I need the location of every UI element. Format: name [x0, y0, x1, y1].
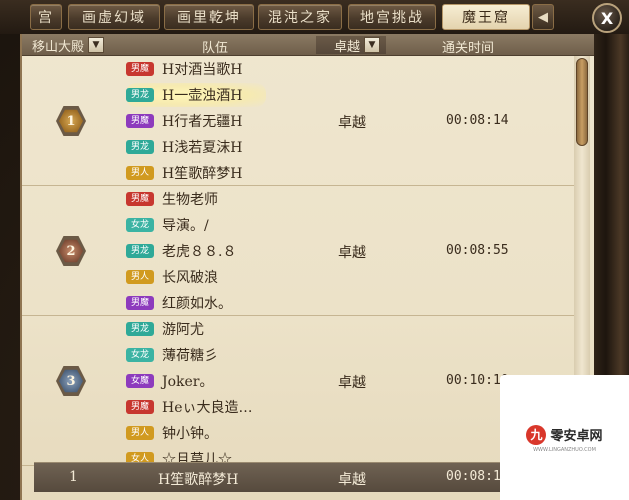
member: 男魔 红颜如水。: [126, 291, 266, 315]
class-tag: 女魔: [126, 374, 154, 388]
watermark: 九 零安卓网 WWW.LINGANZHUO.COM: [500, 375, 629, 500]
member: 女魔 Joker。: [126, 369, 266, 393]
member-name: H行者无疆H: [162, 114, 243, 130]
class-tag: 男龙: [126, 244, 154, 258]
watermark-url: WWW.LINGANZHUO.COM: [533, 446, 596, 453]
result-value: 卓越: [338, 375, 366, 391]
team-row[interactable]: 3 男龙 游阿尤 女龙 薄荷糖彡 女魔 Joker。 男魔 Heぃ大良造… 男人…: [22, 316, 574, 468]
member: 男龙 游阿尤: [126, 317, 266, 341]
member-name: Joker。: [162, 374, 214, 390]
class-tag: 男人: [126, 166, 154, 180]
member-name: 钟小钟。: [162, 426, 218, 442]
member: 男龙 老虎８８.８: [126, 239, 266, 263]
result-value: 卓越: [338, 245, 366, 261]
tab-demon-cave[interactable]: 魔王窟: [442, 4, 530, 30]
member: 女龙 薄荷糖彡: [126, 343, 266, 367]
member-name: 薄荷糖彡: [162, 348, 218, 364]
member: 男人 长风破浪: [126, 265, 266, 289]
member-name: 红颜如水。: [162, 296, 232, 312]
time-value: 00:08:14: [446, 113, 509, 128]
tab-chaos[interactable]: 混沌之家: [258, 4, 342, 30]
tab-illusion[interactable]: 画虚幻域: [68, 4, 160, 30]
class-tag: 女龙: [126, 218, 154, 232]
member-name: Heぃ大良造…: [162, 400, 253, 416]
team-row[interactable]: 1 男魔 H对酒当歌H 男龙 H一壶浊酒H 男魔 H行者无疆H 男龙 H浅若夏沫…: [22, 56, 574, 186]
member-name: 老虎８８.８: [162, 244, 237, 260]
member-highlighted: 男龙 H一壶浊酒H: [126, 83, 266, 107]
tab-scroll-arrow-icon[interactable]: ◀: [532, 4, 554, 30]
class-tag: 男龙: [126, 88, 154, 102]
member: 男人 H笙歌醉梦H: [126, 161, 266, 185]
class-tag: 男魔: [126, 62, 154, 76]
my-team-row: 1 H笙歌醉梦H 卓越 00:08:14: [34, 462, 574, 492]
tab-bar: 宫 画虚幻域 画里乾坤 混沌之家 地宫挑战 魔王窟 ◀ X: [0, 0, 629, 34]
class-tag: 男魔: [126, 400, 154, 414]
map-select[interactable]: 移山大殿 ▼: [32, 36, 105, 55]
member-name: 生物老师: [162, 192, 218, 208]
class-tag: 男魔: [126, 296, 154, 310]
member: 男魔 H行者无疆H: [126, 109, 266, 133]
class-tag: 男魔: [126, 192, 154, 206]
column-time: 通关时间: [442, 41, 495, 56]
member: 男龙 H浅若夏沫H: [126, 135, 266, 159]
member-name: H笙歌醉梦H: [162, 166, 243, 182]
scroll-thumb[interactable]: [576, 58, 588, 146]
my-name: H笙歌醉梦H: [158, 472, 239, 488]
member-name: H对酒当歌H: [162, 62, 243, 78]
watermark-logo: 九 零安卓网: [526, 424, 603, 445]
class-tag: 男龙: [126, 140, 154, 154]
class-tag: 男龙: [126, 322, 154, 336]
team-row[interactable]: 2 男魔 生物老师 女龙 导演。/ 男龙 老虎８８.８ 男人 长风破浪 男魔 红…: [22, 186, 574, 316]
close-button[interactable]: X: [592, 3, 622, 33]
map-select-value: 移山大殿: [32, 39, 85, 55]
time-value: 00:08:55: [446, 243, 509, 258]
class-tag: 男人: [126, 270, 154, 284]
tab-palace[interactable]: 宫: [30, 4, 62, 30]
watermark-text: 零安卓网: [550, 429, 603, 444]
class-tag: 男魔: [126, 114, 154, 128]
member: 女龙 导演。/: [126, 213, 266, 237]
my-rank: 1: [69, 469, 78, 485]
member-name: 导演。/: [162, 218, 209, 234]
member: 男魔 生物老师: [126, 187, 266, 211]
column-team: 队伍: [202, 41, 229, 56]
tab-underground[interactable]: 地宫挑战: [348, 4, 436, 30]
my-result: 卓越: [338, 472, 366, 488]
member-name: 游阿尤: [162, 322, 204, 338]
member: 男魔 H对酒当歌H: [126, 57, 266, 81]
chevron-down-icon[interactable]: ▼: [364, 37, 381, 53]
member-name: H一壶浊酒H: [162, 88, 243, 104]
class-tag: 女龙: [126, 348, 154, 362]
member-name: 长风破浪: [162, 270, 218, 286]
member: 男魔 Heぃ大良造…: [126, 395, 266, 419]
table-header: 移山大殿 ▼ 队伍 卓越 ▼ 通关时间: [22, 34, 594, 56]
member-name: H浅若夏沫H: [162, 140, 243, 156]
member: 男人 钟小钟。: [126, 421, 266, 445]
chevron-down-icon[interactable]: ▼: [88, 37, 105, 53]
result-select-value: 卓越: [334, 39, 361, 55]
logo-icon: 九: [526, 424, 547, 445]
class-tag: 男人: [126, 426, 154, 440]
tab-painting[interactable]: 画里乾坤: [164, 4, 254, 30]
result-select[interactable]: 卓越 ▼: [316, 36, 386, 55]
result-value: 卓越: [338, 115, 366, 131]
